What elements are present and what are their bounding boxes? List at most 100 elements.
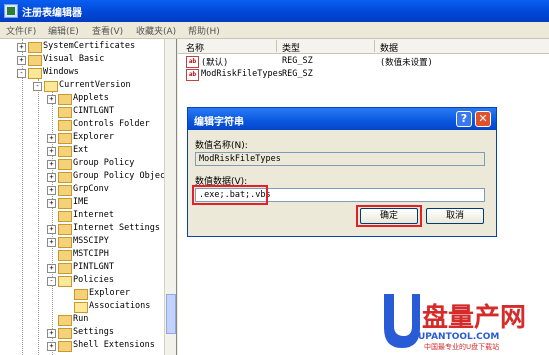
folder-icon [58, 107, 72, 118]
watermark-slogan: 中国最专业的U盘下载站 [424, 342, 499, 351]
folder-icon [58, 198, 72, 209]
expand-toggle[interactable]: + [17, 43, 26, 52]
help-button[interactable]: ? [456, 111, 472, 127]
expand-toggle[interactable]: + [47, 329, 56, 338]
dialog-titlebar[interactable]: 编辑字符串 ? ✕ [188, 108, 496, 130]
tree-node-label: Run [73, 314, 89, 324]
cancel-button[interactable]: 取消 [426, 208, 484, 224]
close-button[interactable]: ✕ [475, 111, 491, 127]
expand-toggle[interactable]: + [47, 342, 56, 351]
column-divider[interactable] [374, 40, 375, 52]
expand-toggle[interactable]: + [47, 264, 56, 273]
string-value-icon: ab [186, 56, 199, 68]
tree-node-label: Explorer [73, 132, 114, 142]
ok-highlight-box [356, 205, 422, 227]
u-logo-icon: 盘量产网 UPANTOOL.COM 中国最专业的U盘下载站 [384, 294, 526, 351]
tree-node-label: CurrentVersion [59, 80, 131, 90]
folder-icon [58, 341, 72, 352]
folder-open-icon [58, 276, 72, 287]
folder-icon [58, 237, 72, 248]
tree-node-label: SystemCertificates [43, 41, 136, 51]
tree-node-label: Policies [73, 275, 114, 285]
folder-icon [28, 42, 42, 53]
column-header-data[interactable]: 数据 [380, 41, 398, 54]
folder-icon [58, 250, 72, 261]
menu-help[interactable]: 帮助(H) [188, 24, 220, 37]
tree-guide-line [38, 79, 39, 355]
value-name-label: 数值名称(N): [195, 141, 248, 151]
edit-string-dialog: 编辑字符串 ? ✕ 数值名称(N): ModRiskFileTypes 数值数据… [187, 107, 497, 237]
column-header-type[interactable]: 类型 [282, 41, 300, 54]
value-type: REG_SZ [282, 56, 313, 66]
tree-node-label: PINTLGNT [73, 262, 114, 272]
folder-icon [58, 185, 72, 196]
data-highlight-box [192, 185, 268, 205]
watermark-title: 盘量产网 [422, 302, 526, 333]
tree-node-label: MSTCIPH [73, 249, 109, 259]
tree-node-label: CINTLGNT [73, 106, 114, 116]
folder-icon [58, 120, 72, 131]
site-watermark: 盘量产网 UPANTOOL.COM 中国最专业的U盘下载站 [378, 292, 546, 352]
dialog-title: 编辑字符串 [194, 117, 244, 128]
expand-toggle[interactable]: + [47, 147, 56, 156]
expand-toggle[interactable]: + [47, 134, 56, 143]
expand-toggle[interactable]: + [47, 238, 56, 247]
folder-icon [58, 133, 72, 144]
expand-toggle[interactable]: + [47, 225, 56, 234]
tree-node-label: Visual Basic [43, 54, 105, 64]
expand-toggle[interactable]: + [47, 173, 56, 182]
tree-node-label: GrpConv [73, 184, 109, 194]
column-header-name[interactable]: 名称 [186, 41, 204, 54]
list-row[interactable]: ab (默认) REG_SZ (数值未设置) [178, 55, 549, 68]
registry-tree[interactable]: + SystemCertificates + Visual Basic - Windo… [0, 39, 177, 355]
menu-favorites[interactable]: 收藏夹(A) [136, 24, 176, 37]
menu-bar: 文件(F) 编辑(E) 查看(V) 收藏夹(A) 帮助(H) [0, 22, 549, 39]
expand-toggle[interactable]: + [47, 160, 56, 169]
collapse-toggle[interactable]: - [33, 82, 42, 91]
expand-toggle[interactable]: + [17, 56, 26, 65]
tree-node-label: IME [73, 197, 89, 207]
menu-edit[interactable]: 编辑(E) [48, 24, 79, 37]
regedit-icon [4, 4, 18, 18]
scrollbar-thumb[interactable] [166, 294, 176, 334]
folder-open-icon [74, 302, 88, 313]
tree-node-label: Group Policy [73, 158, 135, 168]
expand-toggle[interactable]: + [47, 199, 56, 208]
window-title: 注册表编辑器 [22, 8, 82, 19]
folder-icon [28, 55, 42, 66]
folder-icon [58, 172, 72, 183]
tree-node-label: Applets [73, 93, 109, 103]
value-name: (默认) [201, 58, 229, 68]
folder-icon [58, 263, 72, 274]
tree-node-label: Windows [43, 67, 79, 77]
folder-icon [58, 94, 72, 105]
tree-guide-line [52, 91, 53, 355]
tree-scrollbar[interactable] [164, 39, 176, 355]
collapse-toggle[interactable]: - [17, 69, 26, 78]
tree-node-label: Associations [89, 301, 151, 311]
column-divider[interactable] [276, 40, 277, 52]
collapse-toggle[interactable]: - [47, 277, 56, 286]
tree-node-label: Explorer [89, 288, 130, 298]
menu-view[interactable]: 查看(V) [92, 24, 123, 37]
string-value-icon: ab [186, 69, 199, 81]
window-titlebar[interactable]: 注册表编辑器 [0, 0, 549, 22]
tree-node-label: MSSCIPY [73, 236, 109, 246]
folder-icon [58, 224, 72, 235]
tree-node-label: Shell Extensions [73, 340, 155, 350]
tree-node-label: Group Policy Objec [73, 171, 166, 181]
list-row[interactable]: ab ModRiskFileTypes REG_SZ [178, 68, 549, 81]
expand-toggle[interactable]: + [47, 186, 56, 195]
folder-icon [58, 315, 72, 326]
value-data: (数值未设置) [380, 58, 433, 68]
expand-toggle[interactable]: + [47, 95, 56, 104]
folder-icon [58, 146, 72, 157]
value-type: REG_SZ [282, 69, 313, 79]
folder-open-icon [28, 68, 42, 79]
menu-file[interactable]: 文件(F) [6, 24, 36, 37]
value-name-field: ModRiskFileTypes [195, 152, 485, 166]
watermark-url: UPANTOOL.COM [418, 332, 499, 342]
folder-icon [58, 328, 72, 339]
tree-guide-line [22, 39, 23, 355]
folder-icon [58, 211, 72, 222]
